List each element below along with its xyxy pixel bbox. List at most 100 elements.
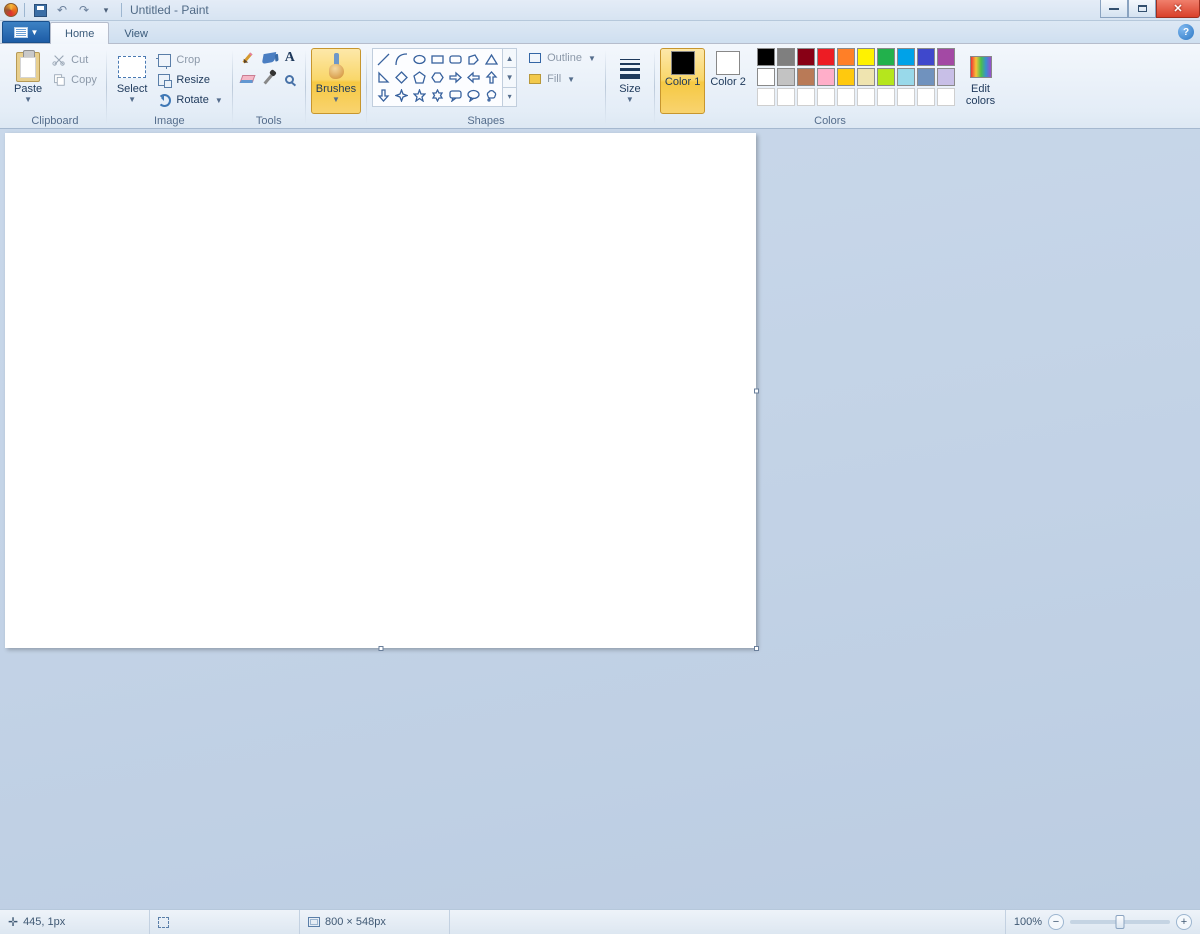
palette-swatch[interactable]	[837, 48, 855, 66]
resize-handle-south[interactable]	[378, 646, 383, 651]
palette-custom-slot[interactable]	[777, 88, 795, 106]
shapes-gallery[interactable]	[372, 48, 503, 107]
paste-button[interactable]: Paste ▼	[9, 48, 47, 114]
shape-callout-oval[interactable]	[465, 87, 482, 104]
maximize-button[interactable]	[1128, 0, 1156, 18]
zoom-slider-thumb[interactable]	[1116, 915, 1125, 929]
minimize-button[interactable]	[1100, 0, 1128, 18]
resize-handle-southeast[interactable]	[754, 646, 759, 651]
text-tool[interactable]: A	[280, 48, 300, 68]
color-picker-tool[interactable]	[259, 69, 279, 89]
palette-swatch[interactable]	[797, 68, 815, 86]
palette-custom-slot[interactable]	[877, 88, 895, 106]
palette-custom-slot[interactable]	[857, 88, 875, 106]
palette-swatch[interactable]	[857, 68, 875, 86]
shape-4star[interactable]	[393, 87, 410, 104]
shape-outline-button[interactable]: Outline ▼	[523, 48, 600, 68]
shape-arrow-down[interactable]	[375, 87, 392, 104]
shape-pentagon[interactable]	[411, 69, 428, 86]
palette-swatch[interactable]	[777, 68, 795, 86]
shape-5star[interactable]	[411, 87, 428, 104]
palette-swatch[interactable]	[917, 48, 935, 66]
palette-swatch[interactable]	[797, 48, 815, 66]
shape-arrow-left[interactable]	[465, 69, 482, 86]
resize-handle-east[interactable]	[754, 388, 759, 393]
palette-custom-slot[interactable]	[837, 88, 855, 106]
palette-swatch[interactable]	[877, 48, 895, 66]
shape-triangle[interactable]	[483, 51, 500, 68]
qat-customize[interactable]: ▾	[97, 1, 115, 19]
save-button[interactable]	[31, 1, 49, 19]
palette-custom-slot[interactable]	[897, 88, 915, 106]
shape-polygon[interactable]	[465, 51, 482, 68]
shape-callout-cloud[interactable]	[483, 87, 500, 104]
palette-custom-slot[interactable]	[917, 88, 935, 106]
zoom-slider[interactable]	[1070, 920, 1170, 924]
brush-icon	[324, 53, 348, 81]
palette-custom-slot[interactable]	[757, 88, 775, 106]
palette-swatch[interactable]	[937, 68, 955, 86]
shape-curve[interactable]	[393, 51, 410, 68]
shape-arrow-right[interactable]	[447, 69, 464, 86]
rotate-button[interactable]: Rotate ▼	[152, 90, 226, 110]
drawing-canvas[interactable]	[5, 133, 756, 648]
tab-home[interactable]: Home	[50, 22, 109, 44]
palette-swatch[interactable]	[877, 68, 895, 86]
shape-oval[interactable]	[411, 51, 428, 68]
palette-swatch[interactable]	[937, 48, 955, 66]
copy-button[interactable]: Copy	[47, 70, 101, 90]
shape-right-triangle[interactable]	[375, 69, 392, 86]
zoom-out-button[interactable]: −	[1048, 914, 1064, 930]
redo-button[interactable]: ↷	[75, 1, 93, 19]
tab-view[interactable]: View	[109, 22, 163, 44]
shape-line[interactable]	[375, 51, 392, 68]
gallery-scroll-down[interactable]: ▼	[503, 68, 516, 87]
palette-swatch[interactable]	[897, 48, 915, 66]
palette-custom-slot[interactable]	[797, 88, 815, 106]
palette-swatch[interactable]	[757, 48, 775, 66]
palette-custom-slot[interactable]	[937, 88, 955, 106]
shape-diamond[interactable]	[393, 69, 410, 86]
palette-swatch[interactable]	[857, 48, 875, 66]
palette-swatch[interactable]	[817, 48, 835, 66]
canvas-workarea[interactable]	[0, 129, 1200, 909]
edit-colors-button[interactable]: Edit colors	[961, 48, 1000, 114]
color-palette	[757, 48, 955, 106]
palette-swatch[interactable]	[917, 68, 935, 86]
palette-swatch[interactable]	[897, 68, 915, 86]
eraser-tool[interactable]	[238, 69, 258, 89]
palette-swatch[interactable]	[817, 68, 835, 86]
gallery-expand[interactable]: ▾	[503, 88, 516, 106]
shape-hexagon[interactable]	[429, 69, 446, 86]
palette-swatch[interactable]	[837, 68, 855, 86]
palette-swatch[interactable]	[757, 68, 775, 86]
palette-swatch[interactable]	[777, 48, 795, 66]
color2-button[interactable]: Color 2	[705, 48, 750, 114]
zoom-in-button[interactable]: +	[1176, 914, 1192, 930]
brushes-button[interactable]: Brushes ▼	[311, 48, 361, 114]
size-button[interactable]: Size ▼	[611, 48, 649, 114]
shape-rounded-rectangle[interactable]	[447, 51, 464, 68]
gallery-scroll-up[interactable]: ▲	[503, 49, 516, 68]
undo-button[interactable]: ↶	[53, 1, 71, 19]
status-canvas-size: 800 × 548px	[300, 910, 450, 934]
shape-fill-button[interactable]: Fill ▼	[523, 69, 600, 89]
shape-6star[interactable]	[429, 87, 446, 104]
canvas-size-value: 800 × 548px	[325, 916, 386, 928]
crop-button[interactable]: Crop	[152, 50, 226, 70]
select-button[interactable]: Select ▼	[112, 48, 153, 114]
fill-tool[interactable]	[259, 48, 279, 68]
close-button[interactable]: ✕	[1156, 0, 1200, 18]
color1-button[interactable]: Color 1	[660, 48, 705, 114]
pencil-tool[interactable]	[238, 48, 258, 68]
magnifier-tool[interactable]	[280, 69, 300, 89]
help-button[interactable]: ?	[1178, 24, 1194, 40]
shape-arrow-up[interactable]	[483, 69, 500, 86]
shape-rectangle[interactable]	[429, 51, 446, 68]
color-spectrum-icon	[970, 56, 992, 78]
file-menu-button[interactable]: ▼	[2, 21, 50, 43]
palette-custom-slot[interactable]	[817, 88, 835, 106]
resize-button[interactable]: Resize	[152, 70, 226, 90]
cut-button[interactable]: Cut	[47, 50, 101, 70]
shape-callout-rounded[interactable]	[447, 87, 464, 104]
